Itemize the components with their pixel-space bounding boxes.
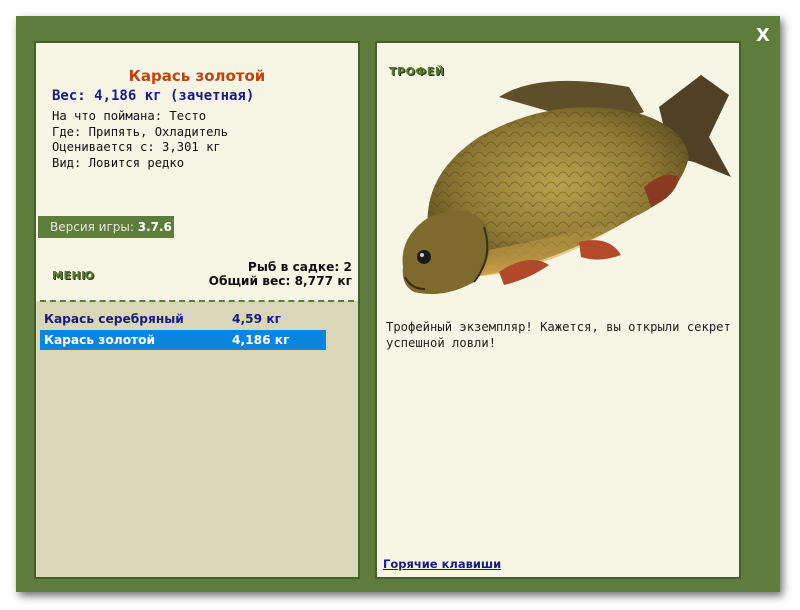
rating-line: Оценивается с: 3,301 кг <box>52 140 221 154</box>
trophy-panel: ТРОФЕЙ Трофейный экземпляр! Кажется, вы … <box>375 41 741 579</box>
version-value: 3.7.6 <box>137 220 172 234</box>
location-line: Где: Припять, Охладитель <box>52 124 229 139</box>
list-item-selected[interactable]: Карась золотой 4,186 кг <box>40 330 326 350</box>
crucian-carp-image <box>402 75 731 295</box>
menu-button[interactable]: МЕНЮ <box>52 269 95 282</box>
catch-details: На что поймана: Тесто Где: Припять, Охла… <box>52 109 228 171</box>
keepnet-total-weight: Общий вес: 8,777 кг <box>208 274 352 288</box>
trophy-description: Трофейный экземпляр! Кажется, вы открыли… <box>386 320 731 350</box>
hotkeys-link[interactable]: Горячие клавиши <box>383 557 501 571</box>
list-item-name: Карась серебряный <box>44 312 184 326</box>
list-item-name: Карась золотой <box>44 333 156 347</box>
list-item-weight: 4,186 кг <box>232 333 290 347</box>
version-label: Версия игры: <box>50 220 138 234</box>
rarity-line: Вид: Ловится редко <box>52 155 185 170</box>
catch-info-area: Карась золотой Вес: 4,186 кг (зачетная) … <box>36 43 358 301</box>
catch-panel: Карась золотой Вес: 4,186 кг (зачетная) … <box>34 41 360 579</box>
list-item-weight: 4,59 кг <box>232 312 281 326</box>
list-item[interactable]: Карась серебряный 4,59 кг <box>40 309 326 329</box>
divider <box>40 300 354 302</box>
bait-line: На что поймана: Тесто <box>52 109 207 123</box>
fish-title: Карась золотой <box>128 67 266 85</box>
keepnet-summary: Рыб в садке: 2 Общий вес: 8,777 кг <box>209 260 352 288</box>
fish-weight: Вес: 4,186 кг (зачетная) <box>52 88 255 104</box>
trophy-badge: ТРОФЕЙ <box>389 65 445 78</box>
close-button[interactable]: X <box>752 26 774 46</box>
keepnet-count: Рыб в садке: 2 <box>247 260 352 274</box>
version-badge: Версия игры: 3.7.6 <box>38 216 174 238</box>
